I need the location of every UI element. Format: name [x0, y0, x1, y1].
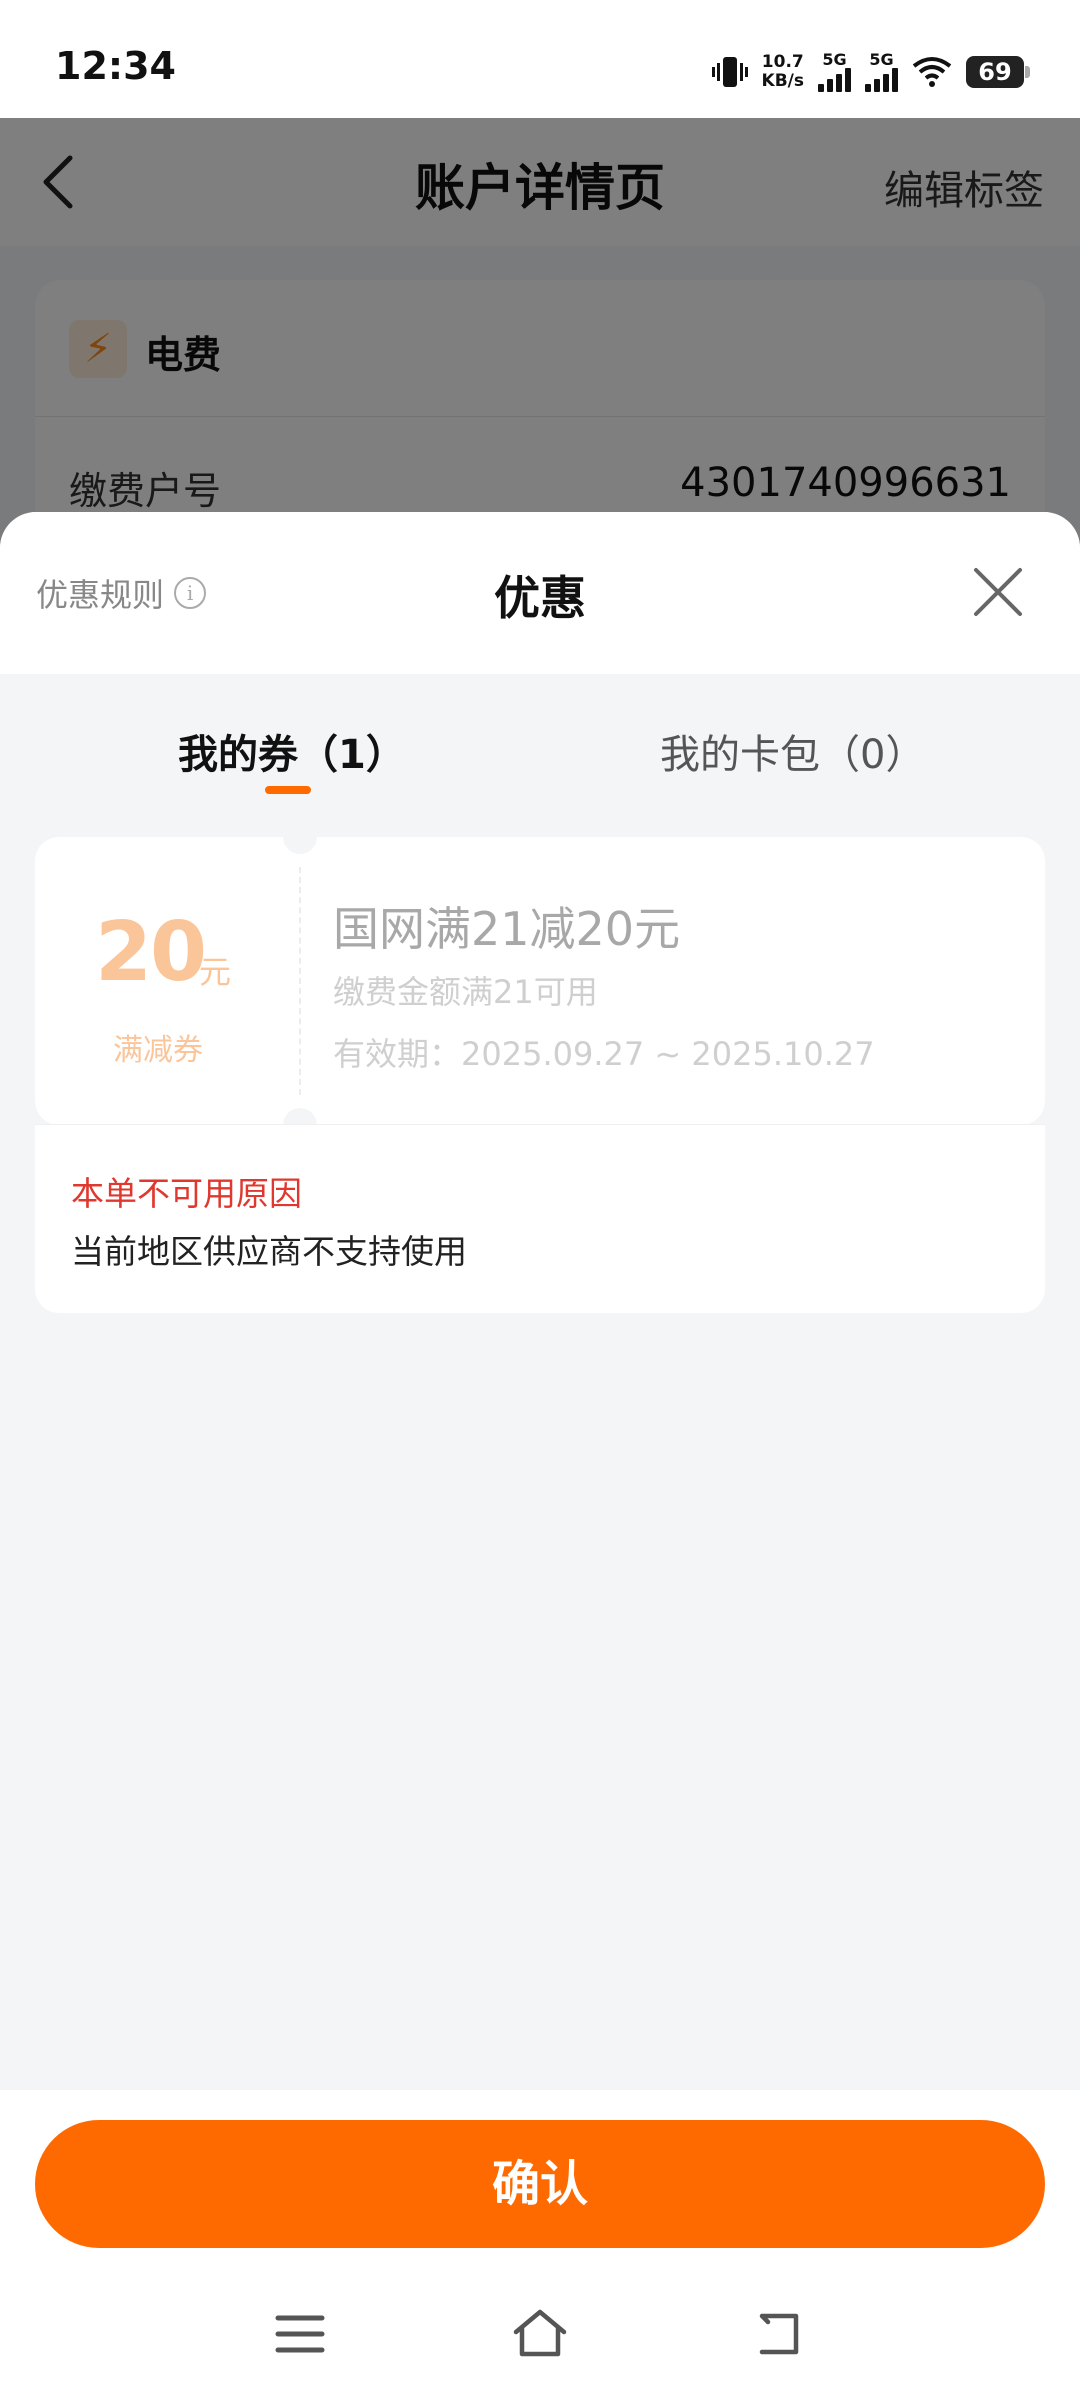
sim2-label: 5G — [869, 50, 894, 69]
confirm-button[interactable]: 确认 — [35, 2120, 1045, 2248]
network-speed-unit: KB/s — [761, 71, 804, 91]
menu-icon[interactable] — [270, 2304, 330, 2364]
back-icon[interactable] — [750, 2304, 810, 2364]
signal-bars-icon — [865, 68, 898, 92]
coupon-validity: 有效期：2025.09.27 ~ 2025.10.27 — [333, 1035, 875, 1073]
tab-my-coupons[interactable]: 我的券（1） — [178, 722, 406, 780]
home-icon[interactable] — [510, 2304, 570, 2364]
coupon-tabs: 我的券（1） 我的卡包（0） — [0, 674, 1080, 804]
coupon-unit: 元 — [199, 953, 232, 991]
network-speed: 10.7 KB/s — [762, 53, 804, 91]
unavailable-reason: 本单不可用原因 当前地区供应商不支持使用 — [35, 1124, 1045, 1313]
signal-bars-icon — [818, 68, 851, 92]
coupon-amount: 20 — [95, 905, 207, 1000]
unavailable-reason-text: 当前地区供应商不支持使用 — [71, 1232, 467, 1271]
status-icons: 10.7 KB/s 5G 5G 69 — [711, 50, 1030, 94]
signal-sim1: 5G — [818, 52, 851, 92]
sheet-footer: 确认 — [0, 2090, 1080, 2400]
discount-sheet: 优惠规则 i 优惠 我的券（1） 我的卡包（0） 20 元 满减券 国网满21减… — [0, 512, 1080, 2400]
coupon-name: 国网满21减20元 — [333, 902, 681, 956]
active-tab-indicator — [265, 786, 311, 794]
wifi-icon — [912, 57, 952, 87]
network-speed-value: 10.7 — [761, 52, 804, 72]
signal-sim2: 5G — [865, 52, 898, 92]
sheet-title: 优惠 — [494, 571, 586, 625]
sim1-label: 5G — [822, 50, 847, 69]
status-time: 12:34 — [55, 44, 176, 88]
coupon-type: 满减券 — [113, 1033, 203, 1068]
coupon-condition: 缴费金额满21可用 — [333, 973, 598, 1011]
vibrate-icon — [711, 57, 748, 87]
coupon-perforation — [299, 867, 301, 1095]
system-nav-bar — [0, 2282, 1080, 2372]
tab-my-cards[interactable]: 我的卡包（0） — [660, 722, 925, 780]
unavailable-reason-title: 本单不可用原因 — [71, 1174, 302, 1213]
close-icon[interactable] — [972, 566, 1024, 618]
battery-icon: 69 — [966, 56, 1030, 88]
coupon-card[interactable]: 20 元 满减券 国网满21减20元 缴费金额满21可用 有效期：2025.09… — [35, 820, 1045, 1142]
status-bar: 12:34 10.7 KB/s 5G 5G 69 — [0, 0, 1080, 118]
sheet-header: 优惠规则 i 优惠 — [0, 512, 1080, 674]
coupon-notch — [283, 820, 317, 854]
